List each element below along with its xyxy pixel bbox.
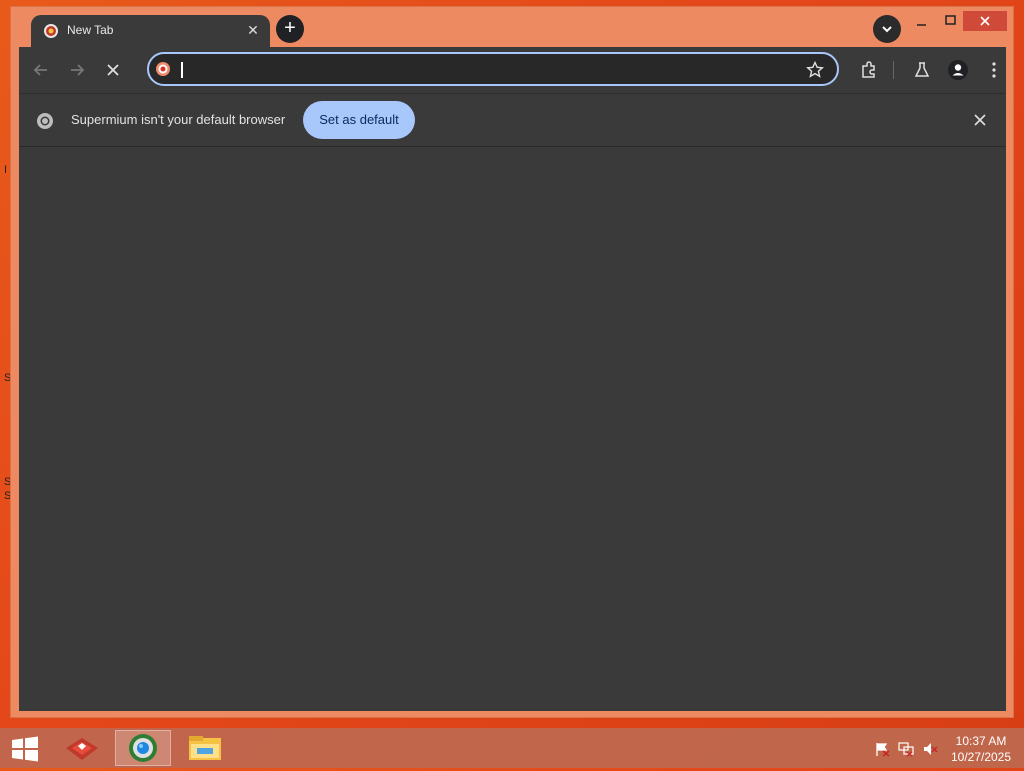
start-icon[interactable] bbox=[10, 736, 40, 762]
speaker-muted-icon[interactable] bbox=[922, 741, 938, 757]
close-icon bbox=[980, 16, 990, 26]
network-icon[interactable] bbox=[898, 741, 914, 757]
forward-button[interactable] bbox=[65, 58, 89, 82]
action-center-flag-icon[interactable] bbox=[874, 741, 890, 757]
maximize-button[interactable] bbox=[937, 11, 963, 31]
taskbar-browser-app[interactable] bbox=[115, 730, 171, 766]
taskbar-game-app[interactable] bbox=[54, 730, 110, 766]
browser-icon bbox=[129, 734, 157, 762]
extensions-puzzle-icon[interactable] bbox=[857, 58, 881, 82]
default-browser-infobar: Supermium isn't your default browser Set… bbox=[19, 93, 1006, 147]
desktop-icon-label-fragment: I bbox=[4, 164, 8, 176]
taskbar: 10:37 AM 10/27/2025 bbox=[0, 728, 1024, 768]
bookmark-star-icon[interactable] bbox=[805, 60, 825, 80]
clock-time: 10:37 AM bbox=[955, 734, 1007, 748]
close-icon[interactable] bbox=[970, 110, 990, 130]
taskbar-file-explorer-app[interactable] bbox=[177, 730, 233, 766]
minimize-button[interactable] bbox=[909, 11, 935, 31]
maximize-icon bbox=[945, 15, 956, 25]
chromium-logo-icon bbox=[37, 113, 53, 129]
new-tab-button[interactable]: + bbox=[276, 15, 304, 43]
toolbar-separator bbox=[893, 61, 894, 79]
tab-search-button[interactable] bbox=[873, 15, 901, 43]
chevron-down-icon bbox=[882, 26, 892, 33]
clock-date: 10/27/2025 bbox=[950, 750, 1012, 764]
infobar-message: Supermium isn't your default browser bbox=[71, 112, 286, 127]
file-explorer-icon bbox=[189, 736, 221, 760]
supermium-favicon-icon bbox=[44, 24, 58, 38]
tab-close-icon[interactable]: ✕ bbox=[244, 21, 262, 39]
browser-window: New Tab ✕ + Supermium isn't your default… bbox=[10, 6, 1014, 718]
back-button[interactable] bbox=[29, 58, 53, 82]
close-window-button[interactable] bbox=[963, 11, 1007, 31]
site-info-icon[interactable] bbox=[155, 61, 171, 77]
address-bar[interactable] bbox=[147, 52, 839, 86]
set-as-default-button[interactable]: Set as default bbox=[303, 101, 415, 139]
page-content-area[interactable] bbox=[19, 147, 1006, 711]
system-clock[interactable]: 10:37 AM 10/27/2025 bbox=[946, 733, 1016, 765]
stop-loading-button[interactable] bbox=[101, 58, 125, 82]
browser-toolbar bbox=[19, 47, 1006, 93]
title-bar[interactable]: New Tab ✕ + bbox=[11, 7, 1013, 47]
tab-title: New Tab bbox=[67, 23, 114, 37]
labs-flask-icon[interactable] bbox=[910, 58, 934, 82]
minimize-icon bbox=[917, 24, 926, 26]
address-input[interactable] bbox=[181, 58, 805, 82]
menu-kebab-icon[interactable] bbox=[982, 58, 1006, 82]
game-icon bbox=[66, 738, 98, 760]
tab-new-tab[interactable]: New Tab ✕ bbox=[31, 15, 270, 47]
profile-avatar-icon[interactable] bbox=[946, 58, 970, 82]
